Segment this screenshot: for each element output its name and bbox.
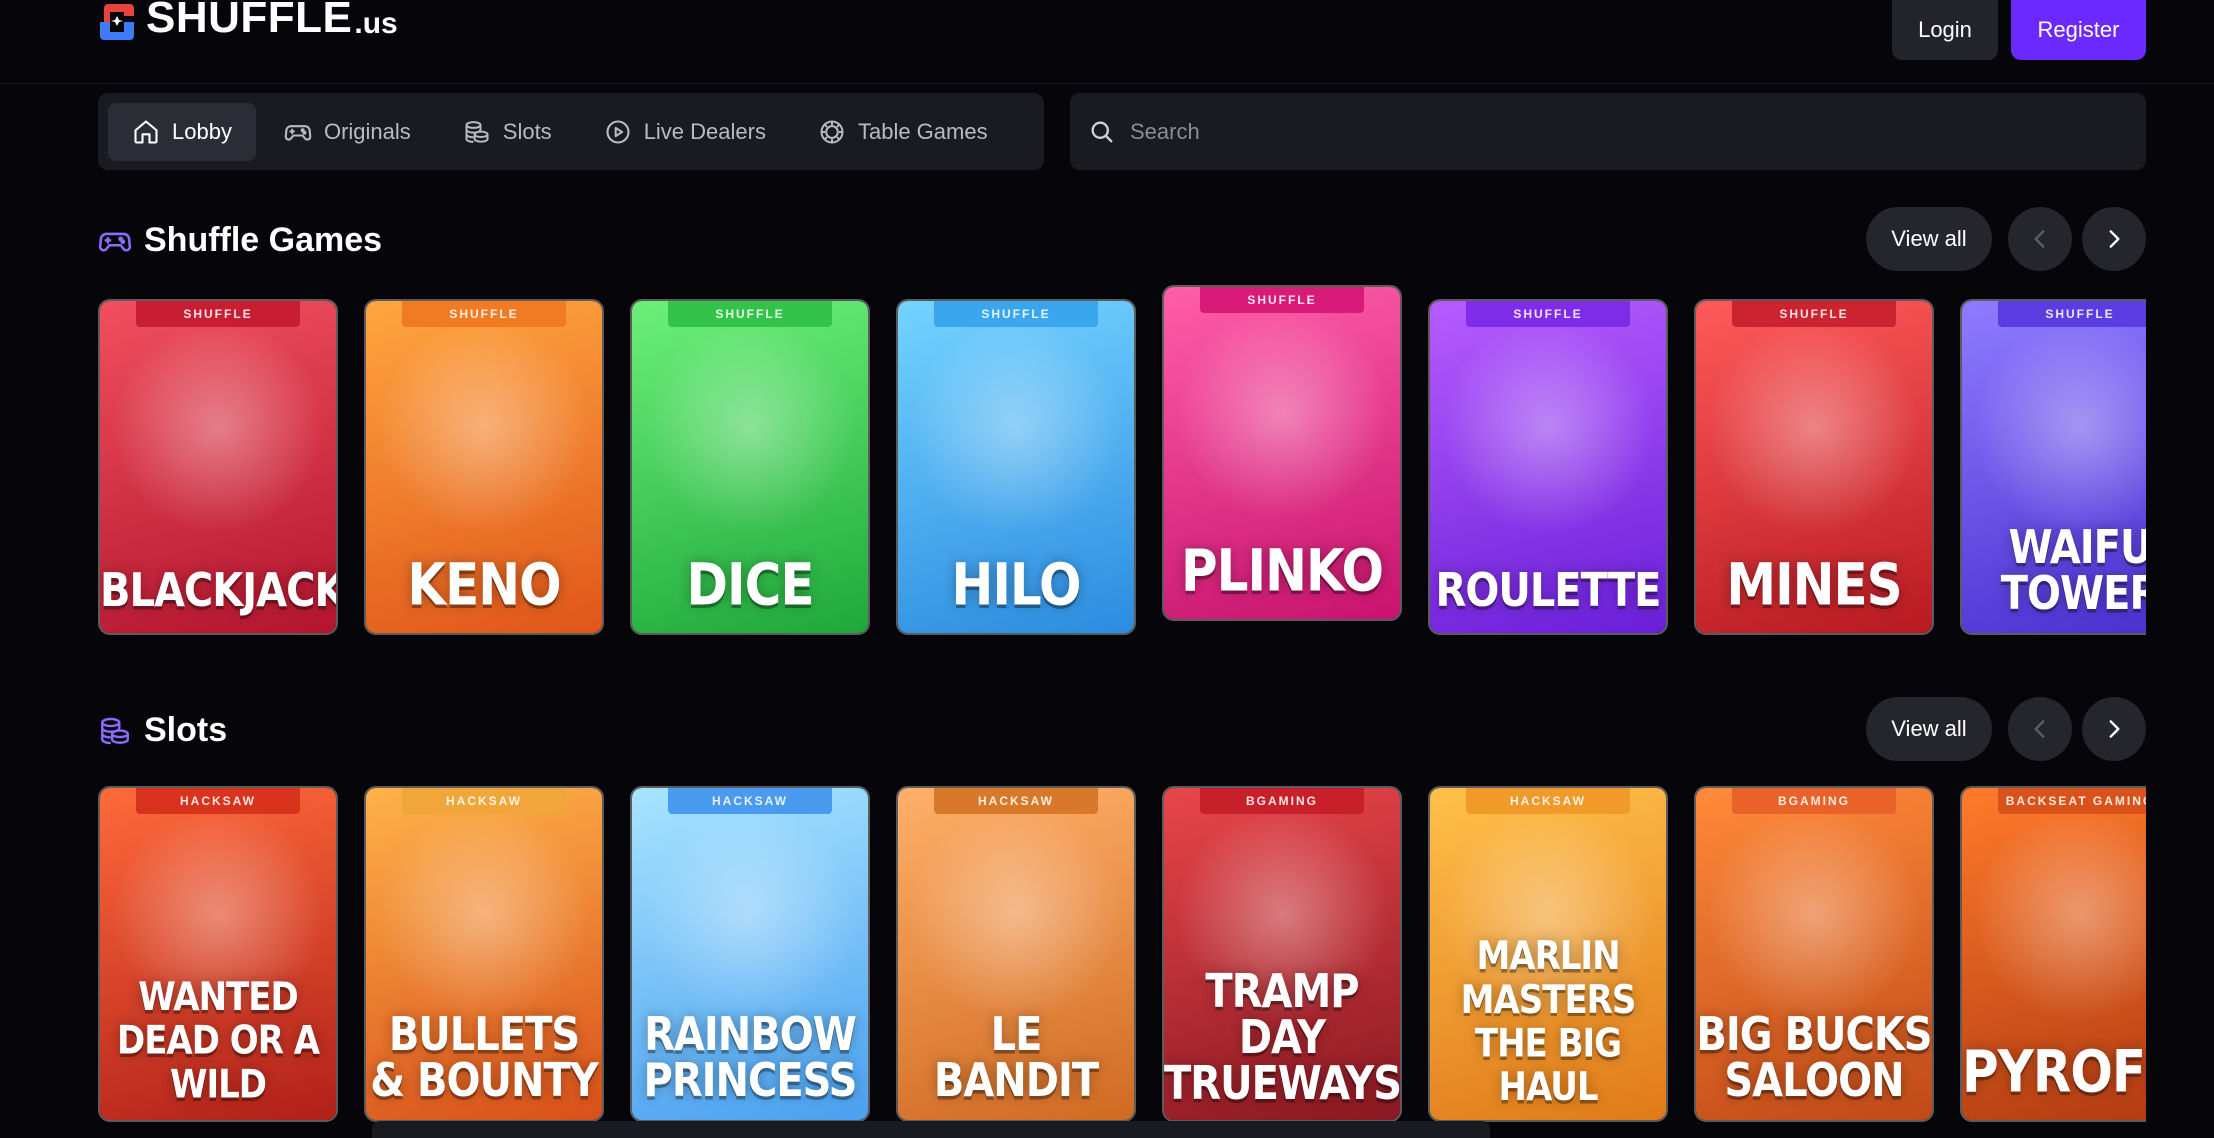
provider-tag: SHUFFLE — [934, 301, 1098, 327]
game-card[interactable]: BGAMING BIG BUCKS SALOON — [1694, 786, 1934, 1122]
game-card[interactable]: SHUFFLE PLINKO — [1162, 285, 1402, 621]
game-card[interactable]: BGAMING TRAMP DAY TRUEWAYS — [1162, 786, 1402, 1122]
section-title: Slots — [98, 711, 227, 750]
carousel-next-button[interactable] — [2082, 697, 2146, 761]
search-input[interactable] — [1130, 118, 2110, 145]
game-card[interactable]: BACKSEAT GAMING PYROFOX — [1960, 786, 2146, 1122]
game-title: TRAMP DAY TRUEWAYS — [1164, 965, 1402, 1111]
chevron-right-icon — [2109, 230, 2120, 248]
game-carousel-shuffle-games: SHUFFLE BLACKJACK SHUFFLE KENO SHUFFLE DICE SH… — [98, 285, 2146, 639]
provider-tag: HACKSAW — [1466, 788, 1630, 814]
nav-item-slots[interactable]: Slots — [439, 103, 576, 161]
game-card[interactable]: SHUFFLE WAIFU TOWER — [1960, 299, 2146, 635]
game-title: WANTED DEAD OR A WILD — [116, 974, 320, 1108]
game-title: BLACKJACK — [100, 564, 338, 618]
provider-tag: SHUFFLE — [1200, 287, 1364, 313]
logo-suffix: .us — [354, 7, 398, 40]
nav-item-live-dealers[interactable]: Live Dealers — [580, 103, 790, 161]
game-card[interactable]: SHUFFLE MINES — [1694, 299, 1934, 635]
game-card[interactable]: HACKSAW WANTED DEAD OR A WILD — [98, 786, 338, 1122]
game-card[interactable]: HACKSAW RAINBOW PRINCESS — [630, 786, 870, 1122]
nav-item-table-games[interactable]: Table Games — [794, 103, 1012, 161]
game-card[interactable]: HACKSAW BULLETS & BOUNTY — [364, 786, 604, 1122]
game-title: HILO — [951, 551, 1081, 619]
provider-tag: SHUFFLE — [1732, 301, 1896, 327]
chevron-left-icon — [2034, 230, 2045, 248]
game-card[interactable]: SHUFFLE HILO — [896, 299, 1136, 635]
section-title-text: Shuffle Games — [144, 221, 383, 259]
game-title: MINES — [1726, 551, 1902, 619]
provider-tag: HACKSAW — [934, 788, 1098, 814]
provider-tag: BGAMING — [1732, 788, 1896, 814]
search-icon — [1091, 121, 1113, 142]
game-title: BULLETS & BOUNTY — [370, 1008, 599, 1108]
game-title: PYROFOX — [1962, 1038, 2146, 1106]
view-all-button[interactable]: View all — [1866, 697, 1992, 761]
section-title: Shuffle Games — [98, 221, 382, 260]
nav-item-label: Live Dealers — [643, 118, 766, 144]
game-title: WAIFU TOWER — [2000, 521, 2146, 621]
game-card[interactable]: HACKSAW MARLIN MASTERS THE BIG HAUL — [1428, 786, 1668, 1122]
game-title: MARLIN MASTERS THE BIG HAUL — [1460, 933, 1637, 1111]
section-header-slots: Slots View all — [98, 697, 2146, 761]
provider-tag: SHUFFLE — [1998, 301, 2146, 327]
gamepad-icon — [98, 232, 132, 251]
logo[interactable]: SHUFFLE .us — [98, 0, 398, 44]
login-button[interactable]: Login — [1892, 0, 1998, 60]
game-title: DICE — [686, 551, 815, 619]
provider-tag: HACKSAW — [136, 788, 300, 814]
game-card[interactable]: HACKSAW LE BANDIT — [896, 786, 1136, 1122]
register-button[interactable]: Register — [2011, 0, 2146, 60]
provider-tag: BACKSEAT GAMING — [1998, 788, 2146, 814]
gamepad-icon — [284, 124, 312, 141]
play-circle-icon — [606, 119, 630, 144]
nav-item-label: Slots — [502, 118, 552, 144]
game-title: KENO — [407, 551, 561, 619]
chevron-right-icon — [2109, 720, 2120, 738]
page: SHUFFLE .us Login Register Lobby Origina… — [0, 0, 2214, 1138]
game-card[interactable]: SHUFFLE ROULETTE — [1428, 299, 1668, 635]
game-title: ROULETTE — [1435, 564, 1662, 618]
provider-tag: SHUFFLE — [136, 301, 300, 327]
bottom-scroll-bar[interactable] — [372, 1121, 1490, 1138]
carousel-prev-button[interactable] — [2008, 207, 2072, 271]
carousel-prev-button[interactable] — [2008, 697, 2072, 761]
nav-item-originals[interactable]: Originals — [260, 103, 435, 161]
game-title: RAINBOW PRINCESS — [643, 1008, 858, 1108]
provider-tag: HACKSAW — [402, 788, 566, 814]
game-title: LE BANDIT — [933, 1008, 1099, 1108]
provider-tag: SHUFFLE — [402, 301, 566, 327]
game-card[interactable]: SHUFFLE BLACKJACK — [98, 299, 338, 635]
provider-tag: HACKSAW — [668, 788, 832, 814]
shuffle-logo-icon — [100, 4, 134, 40]
home-icon — [134, 119, 158, 144]
search-bar[interactable] — [1070, 93, 2146, 170]
carousel-next-button[interactable] — [2082, 207, 2146, 271]
game-title: BIG BUCKS SALOON — [1696, 1008, 1932, 1108]
provider-tag: BGAMING — [1200, 788, 1364, 814]
game-card[interactable]: SHUFFLE DICE — [630, 299, 870, 635]
coins-icon — [465, 120, 489, 143]
provider-tag: SHUFFLE — [668, 301, 832, 327]
game-carousel-slots: HACKSAW WANTED DEAD OR A WILD HACKSAW BULLE… — [98, 774, 2146, 1138]
provider-tag: SHUFFLE — [1466, 301, 1630, 327]
nav-item-label: Originals — [323, 118, 411, 144]
top-bar: SHUFFLE .us Login Register — [0, 0, 2214, 84]
logo-text: SHUFFLE — [146, 0, 353, 42]
nav-item-label: Lobby — [172, 118, 232, 144]
section-header-shuffle-games: Shuffle Games View all — [98, 207, 2146, 271]
game-card[interactable]: SHUFFLE KENO — [364, 299, 604, 635]
category-nav: Lobby Originals Slots Live Dealers Table… — [98, 93, 1044, 170]
chevron-left-icon — [2034, 720, 2045, 738]
chip-icon — [820, 120, 844, 143]
coins-icon — [101, 717, 129, 744]
nav-item-label: Table Games — [857, 118, 988, 144]
section-title-text: Slots — [144, 711, 228, 749]
view-all-button[interactable]: View all — [1866, 207, 1992, 271]
nav-item-lobby[interactable]: Lobby — [108, 102, 256, 161]
game-title: PLINKO — [1181, 537, 1384, 605]
